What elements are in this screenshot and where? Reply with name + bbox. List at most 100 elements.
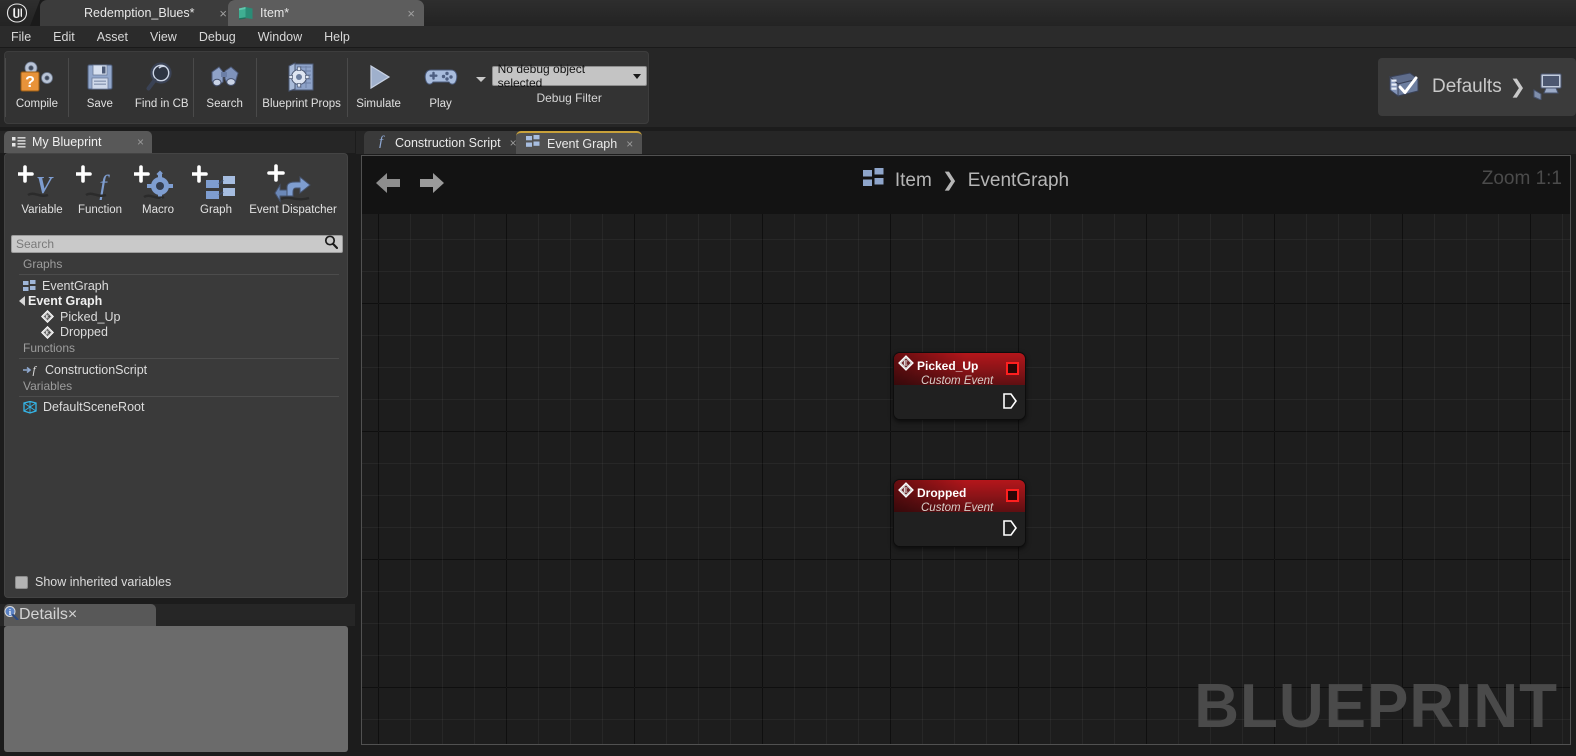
title-bar: Redemption_Blues* × Item* × — [0, 0, 1576, 26]
svg-text:?: ? — [25, 74, 35, 91]
play-button[interactable]: Play — [410, 52, 472, 123]
delegate-output-pin[interactable] — [1006, 489, 1019, 502]
graph-header-band — [362, 156, 1570, 214]
search-label: Search — [206, 98, 243, 110]
main-toolbar: ? Compile Save Find in CB Search Bluepri… — [0, 48, 1576, 127]
window-tab-label: Item* — [260, 6, 290, 20]
add-variable-icon: V — [18, 162, 66, 206]
my-blueprint-search-box[interactable]: Search — [11, 234, 343, 254]
function-f-icon: f — [374, 133, 388, 153]
exec-output-pin[interactable] — [1002, 392, 1018, 415]
my-blueprint-action-row: V Variable f Function Macro Graph Event … — [5, 154, 347, 228]
function-icon: f — [23, 363, 39, 376]
node-subtitle: Custom Event — [921, 502, 994, 514]
close-icon[interactable]: × — [626, 137, 633, 151]
chevron-right-icon: ❯ — [1509, 76, 1526, 98]
event-node-icon — [41, 325, 54, 339]
tab-construction-script[interactable]: f Construction Script × — [364, 131, 526, 154]
tab-my-blueprint[interactable]: My Blueprint × — [4, 131, 152, 153]
add-variable-button[interactable]: V Variable — [13, 162, 71, 216]
tab-label: Event Graph — [547, 136, 618, 151]
menu-item-debug[interactable]: Debug — [188, 26, 247, 48]
node-body — [894, 512, 1025, 546]
disclosure-triangle-icon[interactable] — [19, 296, 25, 307]
add-graph-button[interactable]: Graph — [187, 162, 245, 216]
arrow-right-icon[interactable] — [418, 170, 446, 201]
menu-item-window[interactable]: Window — [247, 26, 313, 48]
tree-group-event-graph[interactable]: Event Graph — [5, 294, 349, 310]
graph-navigation — [374, 170, 446, 201]
node-header: Dropped Custom Event — [894, 480, 1025, 514]
menu-item-help[interactable]: Help — [313, 26, 361, 48]
find-in-content-browser-button[interactable]: Find in CB — [131, 52, 193, 123]
blueprint-props-button[interactable]: Blueprint Props — [257, 52, 347, 123]
add-function-label: Function — [77, 204, 123, 216]
tab-label: My Blueprint — [32, 135, 102, 149]
close-icon[interactable]: × — [407, 7, 415, 20]
tab-details[interactable]: i Details × — [4, 604, 156, 626]
close-icon[interactable]: × — [68, 606, 77, 624]
menu-item-edit[interactable]: Edit — [42, 26, 86, 48]
arrow-left-icon[interactable] — [374, 170, 402, 201]
search-placeholder: Search — [16, 237, 55, 251]
details-info-icon: i — [4, 605, 19, 625]
node-body — [894, 385, 1025, 419]
add-graph-label: Graph — [200, 204, 232, 216]
search-button[interactable]: Search — [194, 52, 256, 123]
add-macro-label: Macro — [142, 204, 174, 216]
tree-item-constructionscript[interactable]: f ConstructionScript — [5, 362, 349, 378]
defaults-label: Defaults — [1432, 76, 1502, 97]
defaults-breadcrumb-panel[interactable]: Defaults ❯ — [1378, 58, 1576, 116]
chevron-down-icon — [632, 73, 641, 79]
divider — [19, 395, 339, 397]
my-blueprint-tree: Graphs EventGraph Event Graph Picked_Up … — [5, 256, 349, 415]
tree-item-label: Dropped — [60, 325, 108, 340]
exec-output-pin[interactable] — [1002, 519, 1018, 542]
event-graph-canvas[interactable]: Item ❯ EventGraph Zoom 1:1 BLUEPRINT Pic… — [361, 155, 1571, 745]
magnifier-icon — [145, 57, 179, 97]
show-inherited-variables-row[interactable]: Show inherited variables — [15, 575, 171, 589]
components-icon — [1532, 70, 1566, 105]
simulate-button[interactable]: Simulate — [348, 52, 410, 123]
event-node-dropped[interactable]: Dropped Custom Event — [893, 479, 1026, 547]
tree-item-label: EventGraph — [42, 278, 109, 293]
close-icon[interactable]: × — [219, 7, 227, 20]
show-inherited-checkbox[interactable] — [15, 575, 28, 589]
menu-item-asset[interactable]: Asset — [86, 26, 139, 48]
play-mode-dropdown[interactable] — [472, 52, 491, 123]
node-title: Picked_Up — [917, 358, 979, 373]
delegate-output-pin[interactable] — [1006, 362, 1019, 375]
add-event-dispatcher-button[interactable]: Event Dispatcher — [245, 162, 341, 216]
event-node-icon — [898, 355, 914, 376]
tree-item-picked-up[interactable]: Picked_Up — [5, 309, 349, 325]
save-floppy-icon — [84, 57, 116, 97]
divider — [19, 274, 339, 275]
debug-object-select[interactable]: No debug object selected — [491, 62, 647, 90]
tree-item-defaultsceneroot[interactable]: DefaultSceneRoot — [5, 400, 349, 416]
add-macro-button[interactable]: Macro — [129, 162, 187, 216]
compile-button[interactable]: ? Compile — [6, 52, 68, 123]
menu-item-file[interactable]: File — [0, 26, 42, 48]
magnifier-icon[interactable] — [324, 234, 339, 254]
save-button[interactable]: Save — [69, 52, 131, 123]
details-tabstrip: i Details × — [0, 604, 355, 626]
svg-text:f: f — [379, 134, 385, 148]
window-tab-item[interactable]: Item* × — [228, 0, 424, 26]
event-node-icon — [41, 310, 54, 324]
window-tab-redemption-blues[interactable]: Redemption_Blues* × — [40, 0, 236, 26]
tree-item-eventgraph[interactable]: EventGraph — [5, 278, 349, 294]
tree-section-graphs: Graphs — [23, 257, 63, 271]
add-function-icon: f — [76, 162, 124, 206]
event-node-picked-up[interactable]: Picked_Up Custom Event — [893, 352, 1026, 420]
add-event-dispatcher-icon — [265, 162, 321, 206]
close-icon[interactable]: × — [137, 135, 144, 149]
add-function-button[interactable]: f Function — [71, 162, 129, 216]
tab-event-graph[interactable]: Event Graph × — [516, 131, 643, 154]
tab-label: Construction Script — [395, 135, 501, 150]
my-blueprint-panel: V Variable f Function Macro Graph Event … — [4, 153, 348, 598]
svg-text:f: f — [32, 363, 37, 376]
tree-item-label: DefaultSceneRoot — [43, 400, 145, 415]
tree-item-dropped[interactable]: Dropped — [5, 325, 349, 341]
menu-item-view[interactable]: View — [139, 26, 188, 48]
event-node-icon — [898, 482, 914, 503]
